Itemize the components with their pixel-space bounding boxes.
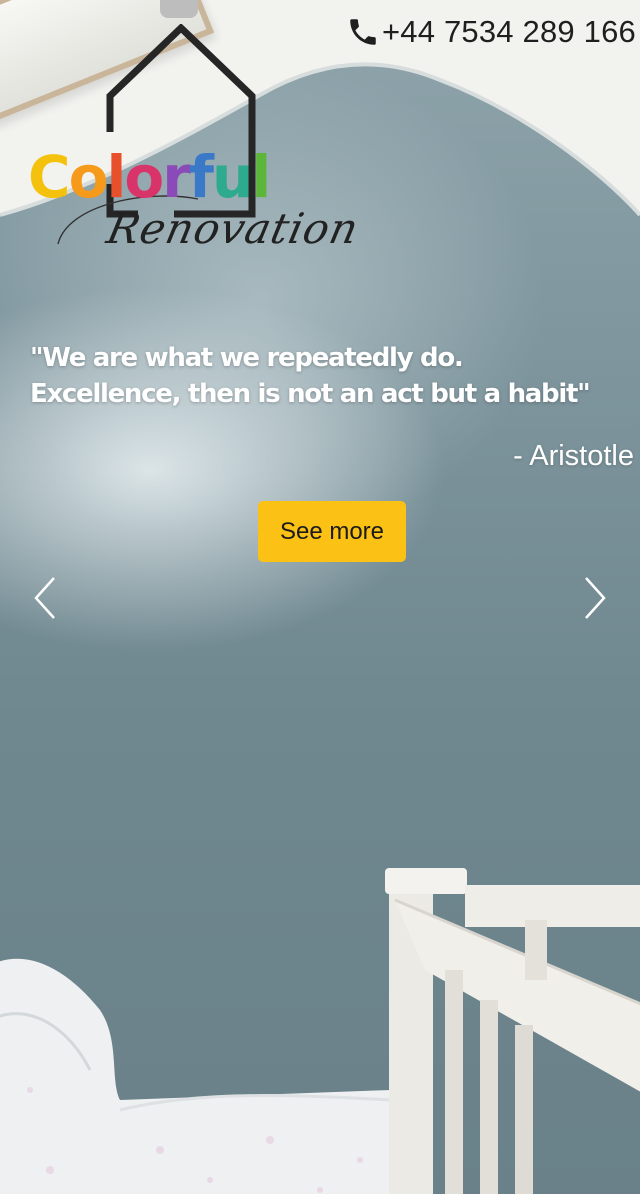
phone-contact[interactable]: +44 7534 289 166 xyxy=(346,14,636,50)
see-more-button[interactable]: See more xyxy=(258,501,406,562)
quote-author: - Aristotle xyxy=(513,440,634,472)
bed-duvet xyxy=(0,958,404,1194)
logo-script-text: Renovation xyxy=(102,204,364,253)
logo-letter: f xyxy=(188,143,214,211)
phone-icon xyxy=(350,19,376,45)
logo[interactable]: Colorful Renovation xyxy=(28,24,363,274)
skylight-latch xyxy=(160,0,198,18)
stair-railing xyxy=(385,868,640,1194)
quote-line: "We are what we repeatedly do. xyxy=(30,343,464,373)
logo-wordmark: Colorful xyxy=(28,143,271,211)
chevron-left-icon[interactable] xyxy=(30,574,60,622)
quote-line: Excellence, then is not an act but a hab… xyxy=(30,379,591,409)
chevron-right-icon[interactable] xyxy=(580,574,610,622)
logo-letter: r xyxy=(162,143,191,211)
phone-number[interactable]: +44 7534 289 166 xyxy=(382,14,636,50)
logo-letter: C xyxy=(28,143,71,211)
hero-quote: "We are what we repeatedly do. Excellenc… xyxy=(30,340,630,412)
page: +44 7534 289 166 Colorful Renovation "We… xyxy=(0,0,640,1194)
logo-letter: o xyxy=(68,143,109,211)
logo-letter: u xyxy=(212,143,253,211)
logo-letter: o xyxy=(124,143,164,211)
logo-letter: l xyxy=(251,143,271,211)
logo-letter: l xyxy=(106,143,126,211)
